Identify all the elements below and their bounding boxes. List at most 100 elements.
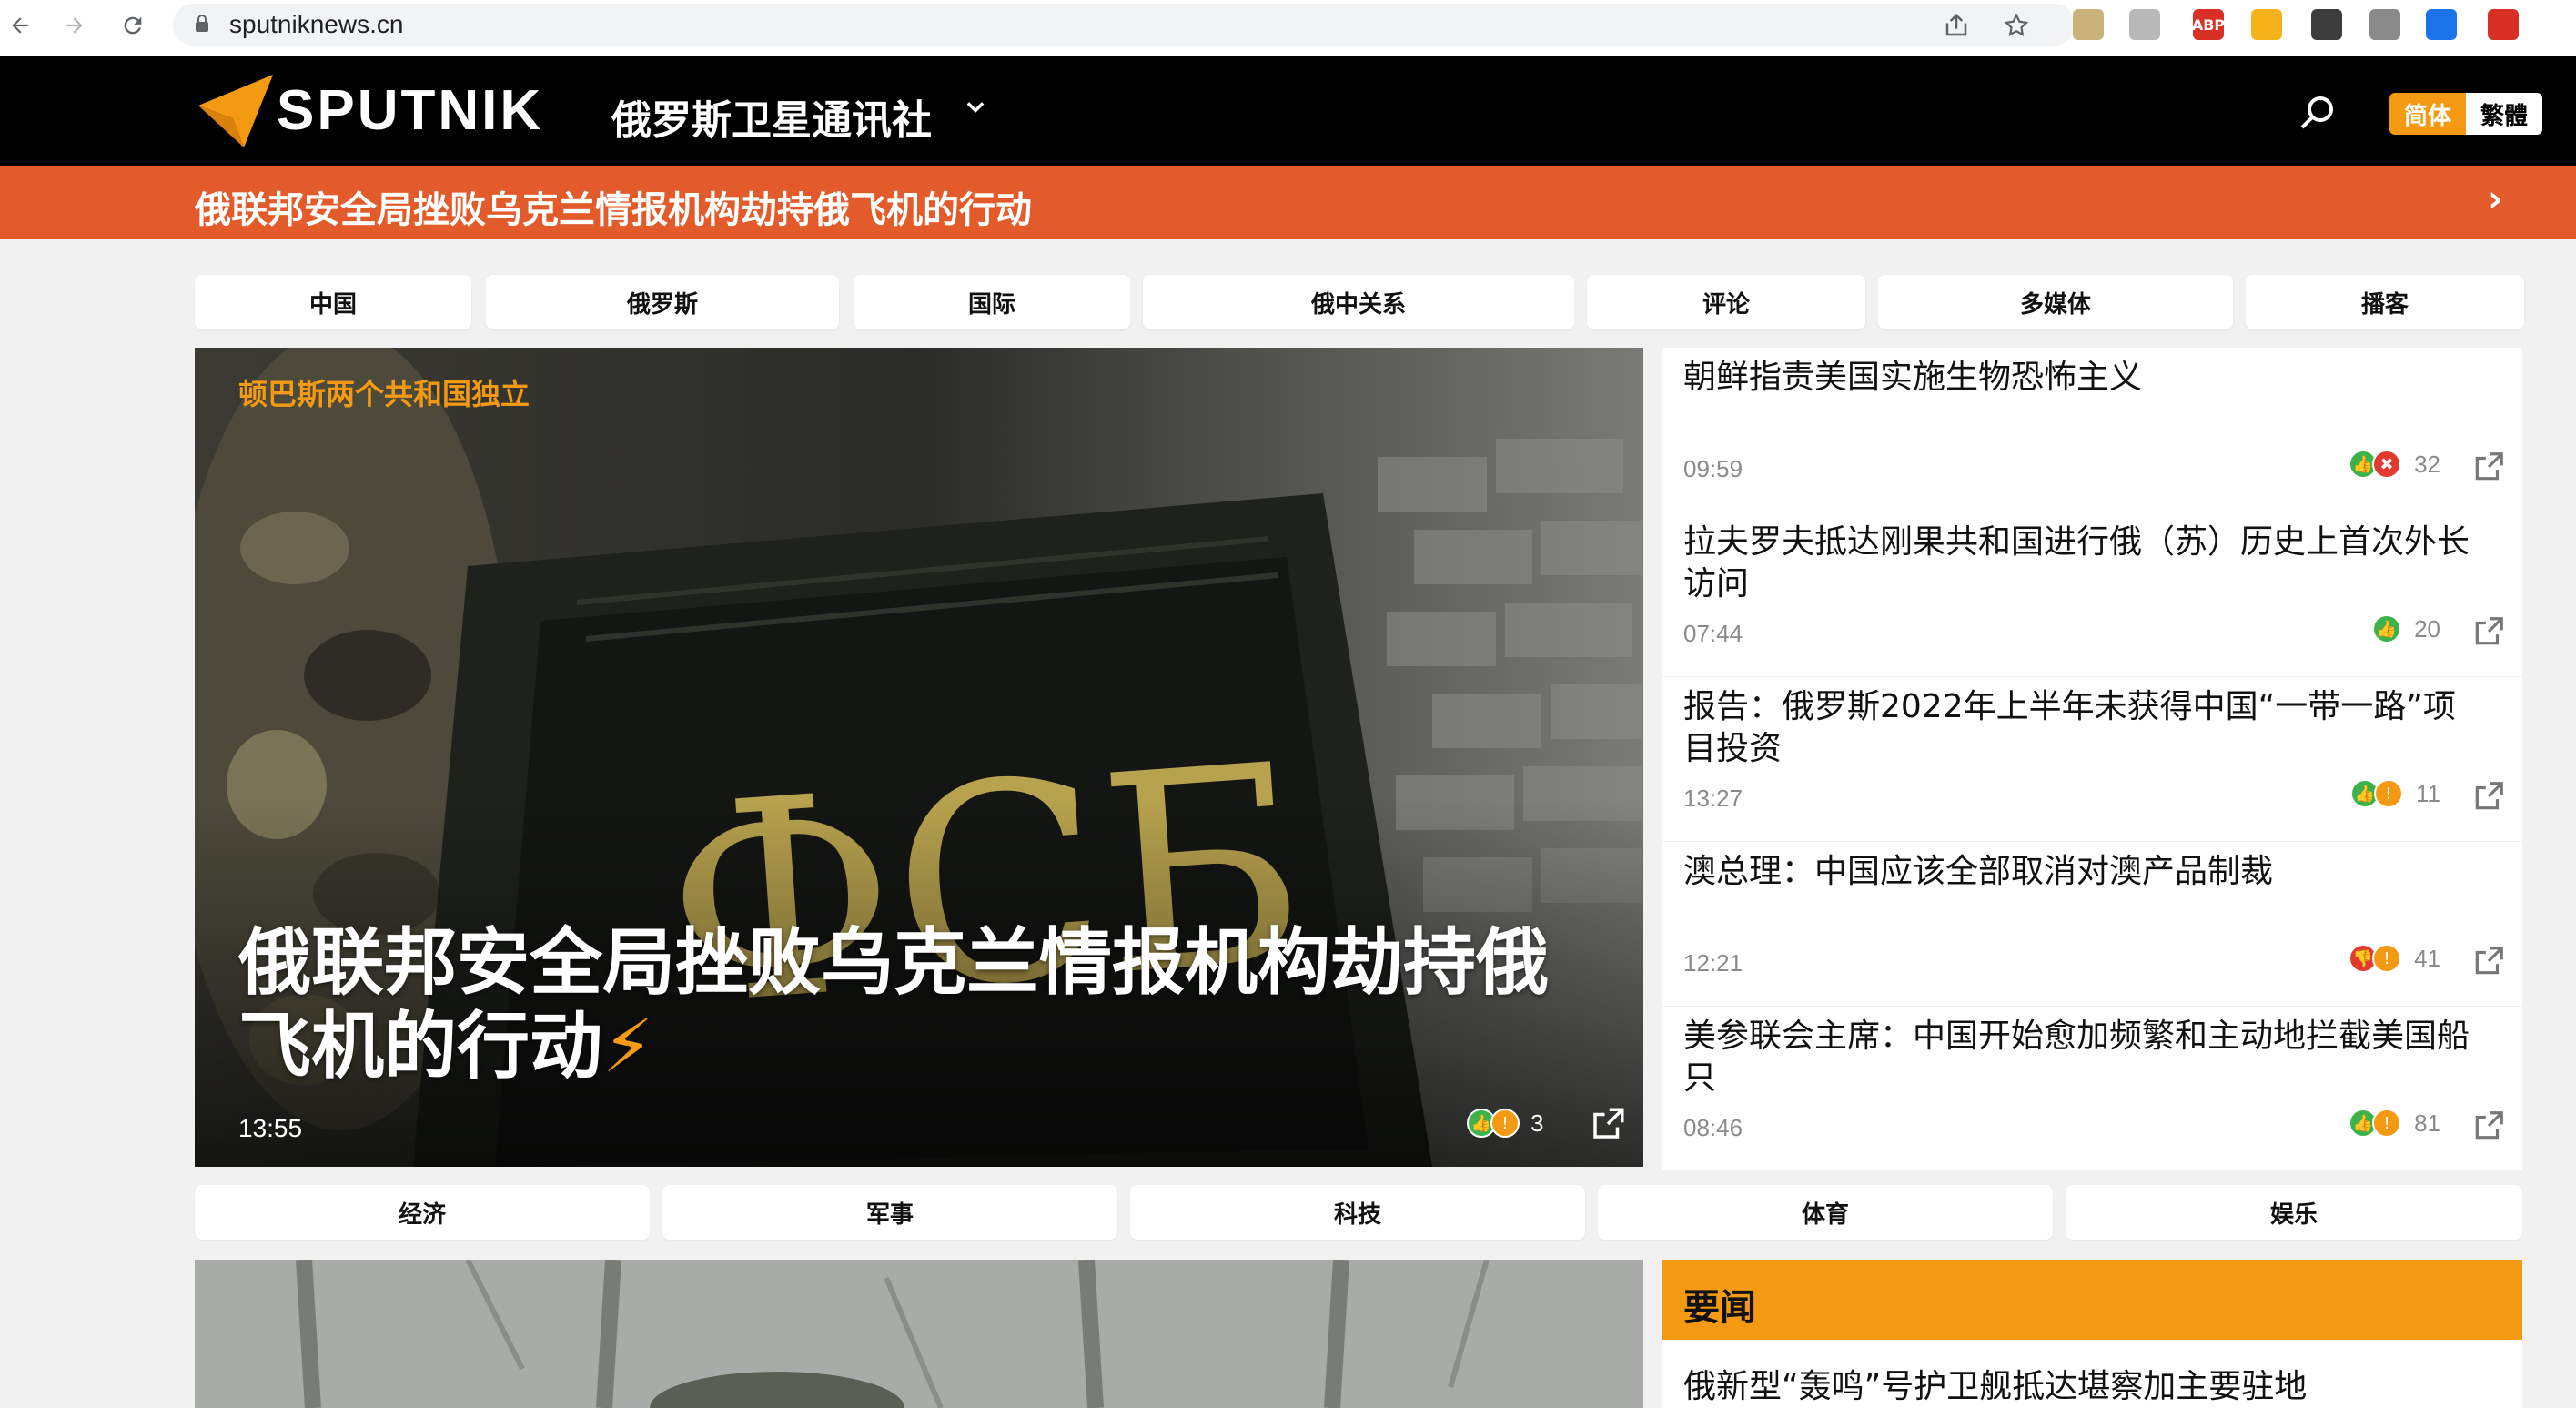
- news-item-reactions[interactable]: 👍! 81: [2349, 1109, 2440, 1138]
- arrow-right-icon: [66, 17, 83, 34]
- logo-wordmark: SPUTNIK: [277, 79, 544, 142]
- lang-traditional-button[interactable]: 繁體: [2466, 93, 2542, 135]
- nav-tab[interactable]: 俄罗斯: [486, 275, 839, 329]
- address-bar[interactable]: sputniknews.cn: [173, 4, 2075, 46]
- reaction-count: 41: [2414, 944, 2440, 972]
- news-item-title[interactable]: 朝鲜指责美国实施生物恐怖主义: [1683, 357, 2484, 399]
- lock-icon: [195, 15, 209, 37]
- breaking-news-banner[interactable]: 俄联邦安全局挫败乌克兰情报机构劫持俄飞机的行动 ›: [0, 166, 2576, 239]
- news-item[interactable]: 朝鲜指责美国实施生物恐怖主义 09:59 👍 ✖ 32: [1662, 348, 2522, 512]
- nav-tab[interactable]: 国际: [854, 275, 1130, 329]
- sputnik-logo-icon: [198, 75, 273, 147]
- hero-reactions[interactable]: 👍! 3: [1467, 1109, 1543, 1138]
- news-item-time: 13:27: [1683, 785, 1743, 812]
- share-button[interactable]: [1589, 1105, 1627, 1143]
- search-button[interactable]: [2295, 91, 2340, 137]
- news-item-time: 12:21: [1683, 949, 1743, 977]
- share-page-icon[interactable]: [1940, 9, 1973, 42]
- reaction-count: 11: [2416, 779, 2440, 807]
- nav-tab[interactable]: 军事: [662, 1185, 1117, 1240]
- news-item[interactable]: 报告：俄罗斯2022年上半年未获得中国“一带一路”项目投资 13:27 👍! 11: [1662, 677, 2522, 841]
- share-button[interactable]: [2471, 944, 2506, 978]
- notes-extension-icon[interactable]: [2251, 9, 2282, 40]
- news-item-title[interactable]: 拉夫罗夫抵达刚果共和国进行俄（苏）历史上首次外长访问: [1683, 522, 2484, 605]
- share-button[interactable]: [2471, 1109, 2506, 1143]
- dots-extension-icon[interactable]: [2311, 9, 2342, 40]
- reaction-count: 3: [1530, 1109, 1544, 1137]
- image-extension-icon[interactable]: [2073, 9, 2104, 40]
- play-extension-icon[interactable]: [2426, 9, 2457, 40]
- news-item-title[interactable]: 报告：俄罗斯2022年上半年未获得中国“一带一路”项目投资: [1683, 686, 2484, 770]
- reload-button[interactable]: [113, 5, 153, 46]
- like-reaction-icon: 👍: [2372, 614, 2402, 643]
- nav-tab[interactable]: 经济: [195, 1185, 650, 1240]
- chevron-down-icon[interactable]: [963, 93, 988, 127]
- lang-simplified-button[interactable]: 简体: [2389, 93, 2466, 135]
- top-news-item[interactable]: 俄新型“轰鸣”号护卫舰抵达堪察加主要驻地: [1662, 1340, 2522, 1408]
- share-icon: [2475, 1111, 2503, 1140]
- nav-tab[interactable]: 俄中关系: [1143, 275, 1574, 329]
- forward-button[interactable]: [55, 5, 95, 46]
- news-list: 朝鲜指责美国实施生物恐怖主义 09:59 👍 ✖ 32 拉夫罗夫抵达刚果共和国进行俄（苏）…: [1662, 348, 2522, 1170]
- share-button[interactable]: [2471, 450, 2506, 484]
- news-item-title[interactable]: 澳总理：中国应该全部取消对澳产品制裁: [1683, 851, 2484, 893]
- hero-title-text[interactable]: 俄联邦安全局挫败乌克兰情报机构劫持俄飞机的行动: [238, 920, 1549, 1089]
- news-item-title[interactable]: 美参联会主席：中国开始愈加频繁和主动地拦截美国船只: [1683, 1016, 2484, 1099]
- top-news-label: 要闻: [1683, 1287, 1756, 1329]
- reaction-count: 32: [2414, 450, 2440, 478]
- news-item-reactions[interactable]: 👍! 11: [2350, 779, 2440, 808]
- share-icon: [2475, 617, 2503, 645]
- share-icon: [1593, 1108, 1624, 1139]
- news-item-time: 09:59: [1683, 455, 1743, 482]
- news-item[interactable]: 澳总理：中国应该全部取消对澳产品制裁 12:21 👎! 41: [1662, 842, 2522, 1006]
- wow-reaction-icon: !: [2372, 944, 2402, 973]
- nav-tab[interactable]: 体育: [1598, 1185, 2053, 1240]
- hero-kicker[interactable]: 顿巴斯两个共和国独立: [238, 371, 530, 413]
- translate-extension-icon[interactable]: [2488, 9, 2519, 40]
- share-icon: [2475, 947, 2503, 975]
- secondary-article-image[interactable]: [195, 1260, 1643, 1408]
- language-toggle: 简体 繁體: [2389, 93, 2542, 135]
- hero-timestamp: 13:55: [238, 1114, 303, 1142]
- nav-tab[interactable]: 评论: [1587, 275, 1865, 329]
- share-button[interactable]: [2471, 614, 2506, 649]
- browser-toolbar: sputniknews.cn ABP: [0, 0, 2576, 56]
- nav-tab[interactable]: 多媒体: [1878, 275, 2233, 329]
- adblock-extension-icon[interactable]: ABP: [2192, 9, 2225, 40]
- search-icon: [2300, 96, 2333, 129]
- breaking-news-text[interactable]: 俄联邦安全局挫败乌克兰情报机构劫持俄飞机的行动: [195, 180, 1032, 233]
- reload-icon: [124, 16, 142, 35]
- share-button[interactable]: [2471, 779, 2506, 814]
- bookmark-star-icon[interactable]: [2000, 9, 2033, 42]
- hero-article[interactable]: ФСБ 顿巴斯两个共和国独立 俄联邦安全局挫败乌克兰情报机构劫持俄飞机的行动⚡ …: [195, 348, 1643, 1167]
- share-icon: [2475, 782, 2503, 810]
- news-item-reactions[interactable]: 👍 20: [2372, 614, 2440, 643]
- sputnik-logo[interactable]: SPUTNIK: [193, 71, 575, 149]
- news-item[interactable]: 美参联会主席：中国开始愈加频繁和主动地拦截美国船只 08:46 👍! 81: [1662, 1007, 2522, 1170]
- back-button[interactable]: [0, 5, 40, 46]
- news-item-reactions[interactable]: 👎! 41: [2349, 944, 2440, 973]
- news-item-time: 08:46: [1683, 1114, 1743, 1141]
- hero-title[interactable]: 俄联邦安全局挫败乌克兰情报机构劫持俄飞机的行动⚡: [238, 921, 1585, 1089]
- nav-tab[interactable]: 科技: [1130, 1185, 1585, 1240]
- camera-extension-icon[interactable]: [2369, 9, 2400, 40]
- chevron-right-icon[interactable]: ›: [2488, 178, 2502, 220]
- nav-tab[interactable]: 播客: [2246, 275, 2524, 329]
- arrow-left-icon: [12, 17, 28, 34]
- wow-reaction-icon: !: [2374, 779, 2403, 808]
- nav-tab[interactable]: 中国: [195, 275, 471, 329]
- site-header: SPUTNIK 俄罗斯卫星通讯社 简体 繁體: [0, 56, 2576, 166]
- reaction-count: 81: [2414, 1109, 2440, 1137]
- top-news-header: 要闻: [1662, 1260, 2522, 1340]
- grayscale-extension-icon[interactable]: [2129, 9, 2160, 40]
- url-text[interactable]: sputniknews.cn: [229, 9, 403, 40]
- share-icon: [2475, 452, 2503, 481]
- top-news-item-title[interactable]: 俄新型“轰鸣”号护卫舰抵达堪察加主要驻地: [1683, 1360, 2307, 1407]
- site-title[interactable]: 俄罗斯卫星通讯社: [611, 87, 932, 146]
- news-item-time: 07:44: [1683, 620, 1743, 647]
- wow-reaction-icon: !: [2372, 1109, 2402, 1138]
- nav-tab[interactable]: 娱乐: [2066, 1185, 2522, 1240]
- news-item-reactions[interactable]: 👍 ✖ 32: [2349, 450, 2440, 479]
- wow-reaction-icon: !: [1490, 1109, 1520, 1138]
- news-item[interactable]: 拉夫罗夫抵达刚果共和国进行俄（苏）历史上首次外长访问 07:44 👍 20: [1662, 512, 2522, 676]
